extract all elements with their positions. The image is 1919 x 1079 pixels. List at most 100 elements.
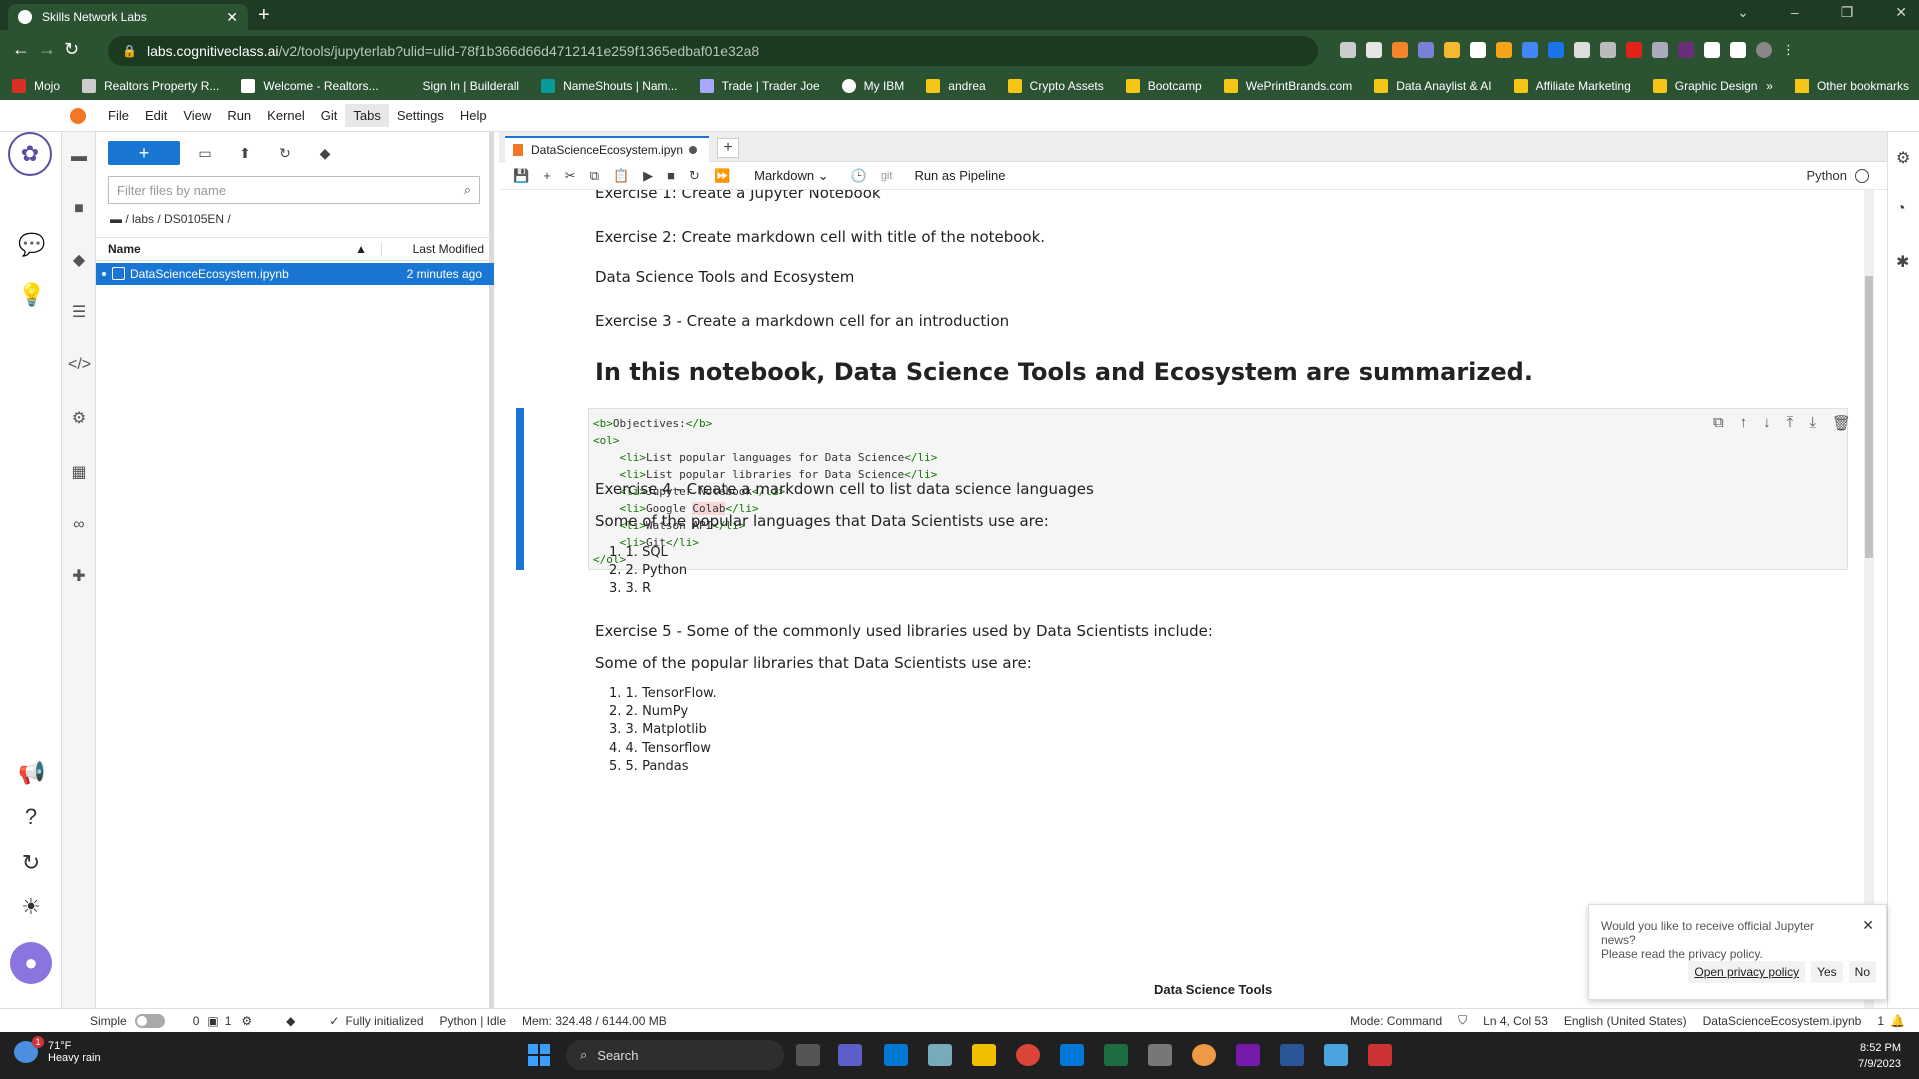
table-of-contents-icon[interactable]: ☰ [68,302,90,324]
terminal-count[interactable]: 0 [193,1014,200,1028]
copy-icon[interactable]: ⧉ [590,168,599,184]
minimize-button[interactable]: – [1791,4,1799,21]
language-status[interactable]: English (United States) [1564,1014,1687,1028]
extension-icon[interactable] [1548,42,1564,58]
other-bookmarks[interactable]: » Other bookmarks [1766,79,1909,93]
markdown-cell-ex3[interactable]: Exercise 3 - Create a markdown cell for … [595,312,1009,330]
extension-icon[interactable] [1574,42,1590,58]
add-tab-button[interactable]: + [717,138,739,158]
breadcrumb-path[interactable]: / labs / DS0105EN / [125,212,230,226]
markdown-cell-ex5[interactable]: Exercise 5 - Some of the commonly used l… [595,622,1213,640]
git-diff-button[interactable]: git [881,170,893,182]
lsp-status-icon[interactable]: ✓ [329,1014,339,1028]
notebook-tools-icon[interactable]: ▦ [68,462,90,484]
git-clone-icon[interactable]: ◆ [310,145,340,162]
new-launcher-button[interactable]: + [108,141,180,165]
notification-count[interactable]: 1 [1877,1014,1884,1028]
scrollbar-thumb[interactable] [1865,276,1873,558]
bookmark-folder[interactable]: Data Anaylist & AI [1374,79,1492,93]
excel-icon[interactable] [1104,1044,1128,1066]
lightbulb-icon[interactable]: 💡 [18,282,45,308]
name-column-header[interactable]: Name ▲ [96,242,381,256]
theme-sun-icon[interactable]: ☀ [18,894,44,920]
metamask-icon[interactable] [1392,42,1408,58]
restore-button[interactable]: ❐ [1841,4,1854,21]
code-snippets-icon[interactable]: </> [68,354,91,376]
open-privacy-policy-button[interactable]: Open privacy policy [1688,961,1806,983]
task-view-icon[interactable] [796,1044,820,1066]
taskbar-search[interactable]: ⌕ Search [566,1040,784,1070]
forward-icon[interactable]: → [38,39,56,60]
languages-intro[interactable]: Some of the popular languages that Data … [595,512,1049,530]
close-icon[interactable]: ✕ [1862,917,1874,934]
browser-tab[interactable]: Skills Network Labs ✕ [8,4,248,30]
refresh-icon[interactable]: ↻ [270,145,300,162]
vscode-icon[interactable] [1060,1044,1084,1066]
kernel-name[interactable]: Python [1807,168,1847,183]
move-up-icon[interactable]: ↑ [1740,414,1748,432]
bookmark-folder[interactable]: Crypto Assets [1007,79,1104,93]
chrome-icon[interactable] [1016,1044,1040,1066]
chrome-menu-icon[interactable]: ⋮ [1782,42,1798,58]
skills-network-logo-icon[interactable]: ✿ [8,132,52,176]
notebook-tab[interactable]: DataScienceEcosystem.ipyn [505,136,709,162]
yes-button[interactable]: Yes [1811,961,1843,983]
run-as-pipeline-button[interactable]: Run as Pipeline [914,168,1005,183]
new-tab-button[interactable]: + [258,4,270,27]
file-explorer-icon[interactable] [972,1044,996,1066]
bookmark[interactable]: Mojo [12,79,60,93]
property-inspector-icon[interactable]: ⚙ [1896,148,1910,168]
menu-view[interactable]: View [175,104,219,127]
markdown-cell-title[interactable]: Data Science Tools and Ecosystem [595,268,854,286]
side-panel-icon[interactable] [1730,42,1746,58]
url-bar[interactable]: 🔒 labs.cognitiveclass.ai/v2/tools/jupyte… [108,36,1318,66]
extension-icon[interactable] [1496,42,1512,58]
bell-icon[interactable]: 🔔 [1890,1014,1905,1028]
kernel-count[interactable]: 1 [225,1014,232,1028]
bookmark[interactable]: NameShouts | Nam... [541,79,678,93]
new-folder-icon[interactable]: ▭ [190,145,220,162]
extension-icon[interactable] [1418,42,1434,58]
intro-heading[interactable]: In this notebook, Data Science Tools and… [595,358,1533,386]
help-icon[interactable]: ? [18,804,44,830]
store-icon[interactable] [884,1044,908,1066]
menu-help[interactable]: Help [452,104,495,127]
extension-icon[interactable] [1600,42,1616,58]
word-icon[interactable] [1280,1044,1304,1066]
back-icon[interactable]: ← [12,39,30,60]
snipping-icon[interactable] [1324,1044,1348,1066]
cursor-position[interactable]: Ln 4, Col 53 [1483,1014,1548,1028]
components-icon[interactable]: ∞ [68,514,90,536]
insert-cell-icon[interactable]: + [543,168,551,183]
cell-type-select[interactable]: Markdown ⌄ [754,168,829,184]
extension-icon[interactable] [1470,42,1486,58]
system-clock[interactable]: 8:52 PM 7/9/2023 [1858,1040,1901,1072]
bookmark-folder[interactable]: Affiliate Marketing [1513,79,1631,93]
chrome-profile-icon[interactable] [1192,1044,1216,1066]
tab-search-icon[interactable]: ⌄ [1737,4,1749,21]
folder-icon[interactable]: ▬ [68,146,90,168]
modified-column-header[interactable]: Last Modified [381,242,494,256]
app-icon[interactable] [1368,1044,1392,1066]
menu-run[interactable]: Run [219,104,259,127]
run-icon[interactable]: ▶ [643,168,653,184]
menu-file[interactable]: File [100,104,137,127]
history-icon[interactable]: 🕒 [851,168,867,184]
app-icon[interactable] [928,1044,952,1066]
paste-icon[interactable]: 📋 [613,168,629,184]
gauge-icon[interactable]: ◔ [1896,200,1906,218]
insert-below-icon[interactable]: ⤓ [1809,414,1816,432]
teams-icon[interactable] [838,1044,862,1066]
bookmark-folder[interactable]: andrea [926,79,986,93]
close-tab-icon[interactable]: ✕ [226,9,238,26]
restart-run-all-icon[interactable]: ⏩ [714,168,730,184]
menu-git[interactable]: Git [313,104,346,127]
upload-icon[interactable]: ⬆ [230,145,260,162]
unsaved-indicator-icon[interactable] [689,146,698,154]
markdown-cell-ex1[interactable]: Exercise 1: Create a Jupyter Notebook [595,190,881,202]
trust-icon[interactable]: ⛉ [1458,1013,1467,1028]
filter-files-input[interactable]: Filter files by name ⌕ [108,176,480,204]
bookmark[interactable]: Realtors Property R... [82,79,219,93]
bookmark-folder[interactable]: WePrintBrands.com [1223,79,1352,93]
chat-icon[interactable]: 💬 [18,232,45,258]
